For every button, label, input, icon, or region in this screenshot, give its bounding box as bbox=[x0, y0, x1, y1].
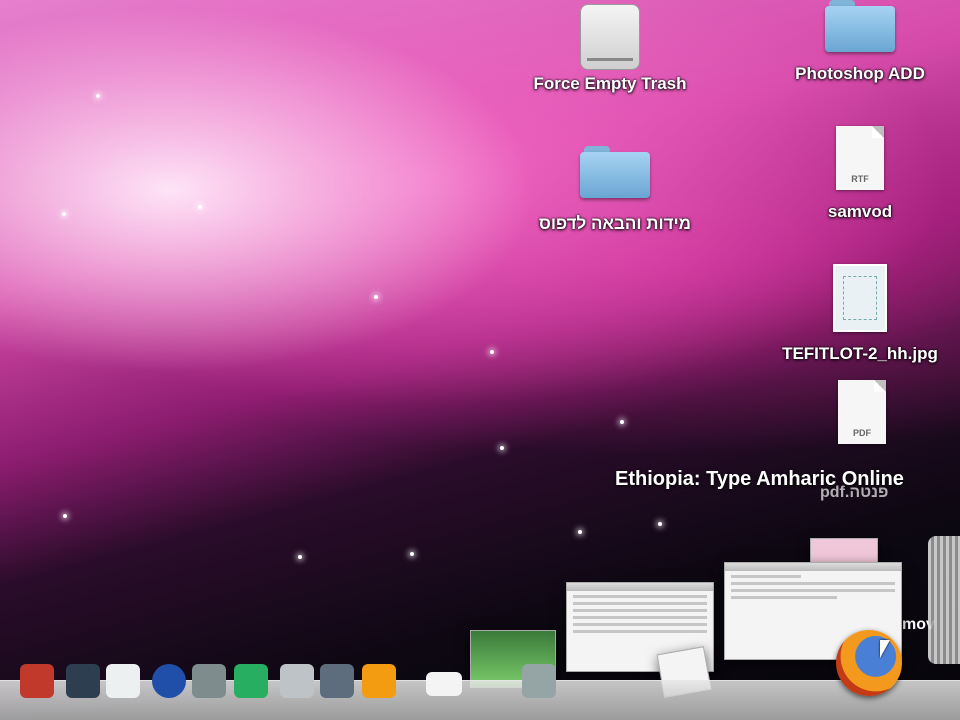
dock-item-app[interactable] bbox=[362, 664, 396, 698]
folder-icon bbox=[580, 146, 650, 198]
star-decoration bbox=[490, 350, 494, 354]
star-decoration bbox=[63, 514, 67, 518]
dock-item-app[interactable] bbox=[20, 664, 54, 698]
trash-icon[interactable] bbox=[928, 536, 960, 664]
star-decoration bbox=[62, 212, 66, 216]
desktop-icon-pdf[interactable]: PDF bbox=[812, 380, 912, 444]
dock bbox=[0, 680, 960, 720]
star-decoration bbox=[198, 205, 202, 209]
star-decoration bbox=[298, 555, 302, 559]
dock-item-app[interactable] bbox=[106, 664, 140, 698]
drive-icon bbox=[580, 4, 640, 70]
tooltip-text: Ethiopia: Type Amharic Online bbox=[615, 468, 904, 490]
desktop-background: Force Empty Trash Photoshop ADD מידות וה… bbox=[0, 0, 960, 720]
dock-item-app[interactable] bbox=[66, 664, 100, 698]
desktop-icon-photoshop-add[interactable]: Photoshop ADD bbox=[780, 0, 940, 84]
dock-item-app[interactable] bbox=[192, 664, 226, 698]
firefox-icon[interactable] bbox=[836, 630, 902, 696]
desktop-icon-force-empty-trash[interactable]: Force Empty Trash bbox=[520, 4, 700, 94]
icon-label: TEFITLOT-2_hh.jpg bbox=[782, 344, 938, 363]
dock-item-app[interactable] bbox=[234, 664, 268, 698]
desktop-icon-hebrew-folder[interactable]: מידות והבאה לדפוס bbox=[520, 146, 710, 234]
image-file-icon bbox=[833, 264, 887, 332]
star-decoration bbox=[96, 94, 100, 98]
star-decoration bbox=[578, 530, 582, 534]
star-decoration bbox=[620, 420, 624, 424]
icon-label: samvod bbox=[827, 202, 893, 221]
folder-icon bbox=[825, 0, 895, 52]
dock-item-app[interactable] bbox=[280, 664, 314, 698]
icon-label: מידות והבאה לדפוס bbox=[539, 214, 691, 233]
file-extension-label: RTF bbox=[851, 174, 869, 184]
icon-label: Photoshop ADD bbox=[795, 64, 925, 83]
star-decoration bbox=[374, 295, 378, 299]
desktop-icon-tefitlot-jpg[interactable]: TEFITLOT-2_hh.jpg bbox=[760, 264, 960, 364]
star-decoration bbox=[658, 522, 662, 526]
star-decoration bbox=[410, 552, 414, 556]
dock-item-app[interactable] bbox=[152, 664, 186, 698]
file-extension-label: PDF bbox=[853, 428, 871, 438]
desktop-icon-samvod[interactable]: RTF samvod bbox=[800, 126, 920, 222]
star-decoration bbox=[500, 446, 504, 450]
rtf-document-icon: RTF bbox=[836, 126, 884, 190]
dock-item-app[interactable] bbox=[426, 672, 462, 696]
dock-item-app[interactable] bbox=[522, 664, 556, 698]
dock-item-app[interactable] bbox=[320, 664, 354, 698]
icon-label: Force Empty Trash bbox=[533, 74, 687, 93]
pdf-document-icon: PDF bbox=[838, 380, 886, 444]
mouse-cursor-icon bbox=[880, 640, 890, 658]
